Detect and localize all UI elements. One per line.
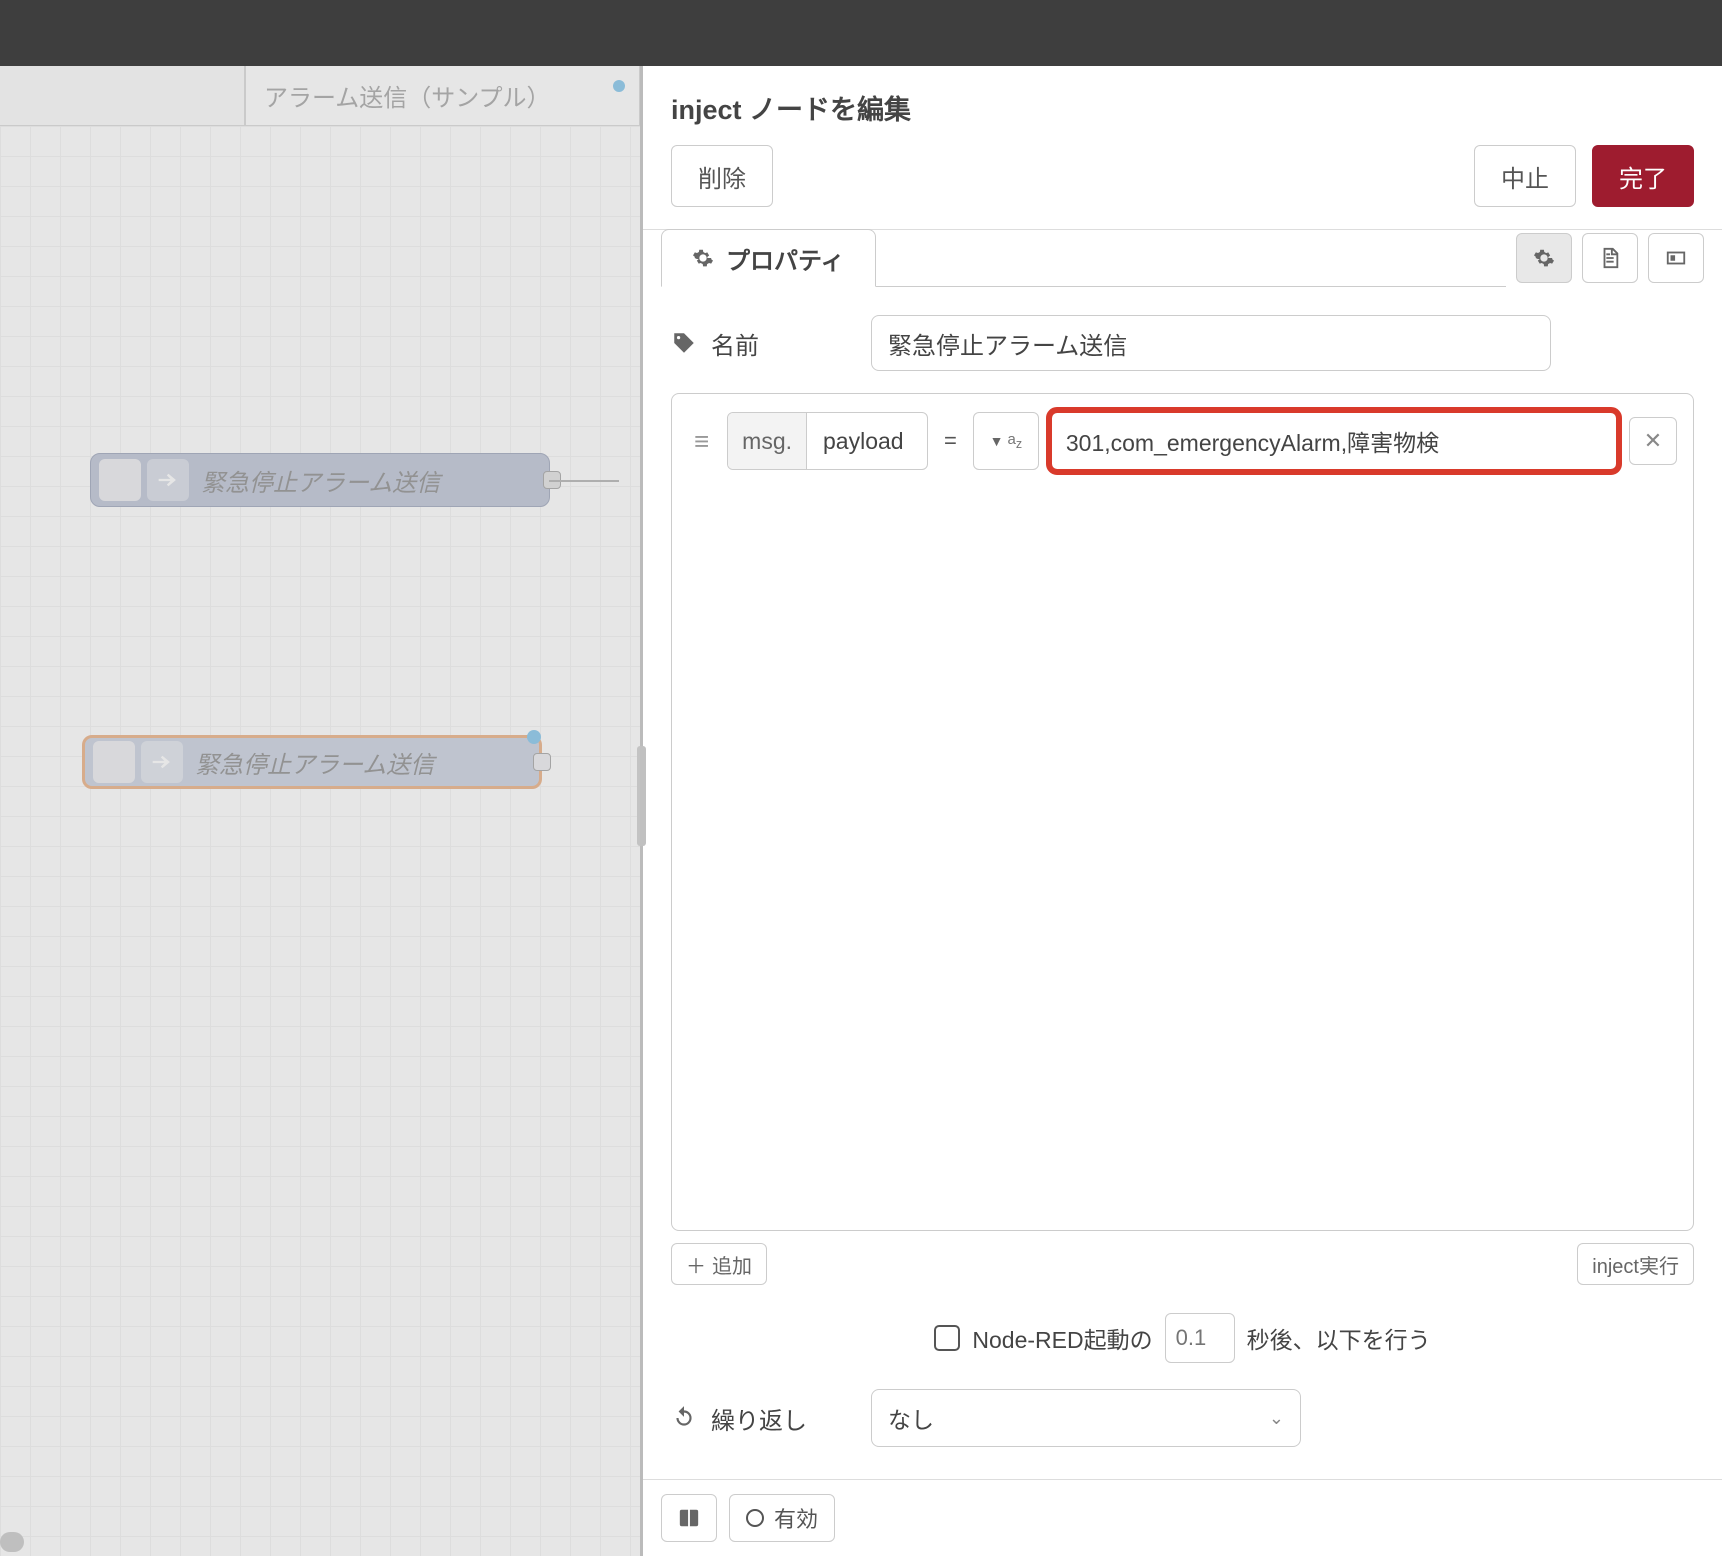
once-text-post: 秒後、以下を行う <box>1247 1321 1431 1355</box>
done-button[interactable]: 完了 <box>1592 145 1694 207</box>
enabled-toggle[interactable]: 有効 <box>729 1494 835 1542</box>
msg-property-value: payload <box>807 428 927 455</box>
book-icon <box>678 1507 700 1529</box>
inject-once-checkbox[interactable] <box>934 1325 960 1351</box>
msg-prefix: msg. <box>728 413 807 469</box>
flow-tab-label: アラーム送信（サンプル） <box>264 78 551 113</box>
repeat-icon <box>671 1405 697 1431</box>
inject-arrow-icon <box>147 459 189 501</box>
node-settings-button[interactable] <box>1516 233 1572 283</box>
gear-icon <box>692 247 714 269</box>
repeat-label: 繰り返し <box>671 1401 871 1436</box>
drag-handle-icon[interactable]: ≡ <box>688 426 715 457</box>
edit-panel: inject ノードを編集 削除 中止 完了 プロパティ <box>640 66 1722 1556</box>
horizontal-scrollbar[interactable] <box>0 1532 24 1552</box>
inject-once-row: Node-RED起動の 秒後、以下を行う <box>671 1313 1694 1363</box>
close-icon: ✕ <box>1644 428 1662 454</box>
once-text-pre: Node-RED起動の <box>972 1321 1152 1355</box>
circle-icon <box>746 1509 764 1527</box>
tab-label: プロパティ <box>726 241 845 276</box>
gear-icon <box>1533 247 1555 269</box>
repeat-select[interactable]: なし ⌄ <box>871 1389 1301 1447</box>
inject-trigger-button[interactable] <box>99 459 141 501</box>
unsaved-dot-icon <box>527 730 541 744</box>
inject-trigger-button[interactable] <box>93 741 135 783</box>
flow-canvas[interactable]: アラーム送信（サンプル） 緊急停止アラーム送信 緊急停止アラーム送信 <box>0 66 640 1556</box>
caret-down-icon: ▼ <box>990 433 1004 449</box>
once-delay-input[interactable] <box>1165 1313 1235 1363</box>
payload-rules-list: ≡ msg. payload = ▼ az ✕ <box>671 393 1694 1231</box>
add-rule-button[interactable]: ＋ 追加 <box>671 1243 767 1285</box>
node-appearance-button[interactable] <box>1648 233 1704 283</box>
repeat-value: なし <box>888 1401 934 1435</box>
inject-node-2-selected[interactable]: 緊急停止アラーム送信 <box>82 735 542 789</box>
name-label: 名前 <box>671 326 871 361</box>
node-label: 緊急停止アラーム送信 <box>201 463 440 498</box>
inject-arrow-icon <box>141 741 183 783</box>
rule-row: ≡ msg. payload = ▼ az ✕ <box>688 412 1677 470</box>
string-type-icon: az <box>1008 431 1023 451</box>
plus-icon: ＋ <box>686 1250 706 1279</box>
node-description-button[interactable] <box>1582 233 1638 283</box>
help-button[interactable] <box>661 1494 717 1542</box>
cancel-button[interactable]: 中止 <box>1474 145 1576 207</box>
chevron-down-icon: ⌄ <box>1269 1408 1284 1429</box>
flow-tabbar: アラーム送信（サンプル） <box>0 66 640 126</box>
wire[interactable] <box>549 480 619 482</box>
app-topbar <box>0 0 1722 66</box>
payload-value-input[interactable] <box>1051 412 1617 470</box>
document-icon <box>1599 247 1621 269</box>
equals-label: = <box>940 428 961 454</box>
flow-tab-prev[interactable] <box>0 66 245 126</box>
node-output-port[interactable] <box>533 753 551 771</box>
appearance-icon <box>1665 247 1687 269</box>
tag-icon <box>671 330 697 356</box>
flow-tab-active[interactable]: アラーム送信（サンプル） <box>245 66 640 126</box>
name-input[interactable] <box>871 315 1551 371</box>
canvas-grid[interactable]: 緊急停止アラーム送信 緊急停止アラーム送信 <box>0 126 640 1556</box>
panel-footer: 有効 <box>643 1479 1722 1556</box>
delete-rule-button[interactable]: ✕ <box>1629 417 1677 465</box>
delete-button[interactable]: 削除 <box>671 145 773 207</box>
inject-now-button[interactable]: inject実行 <box>1577 1243 1694 1285</box>
node-label: 緊急停止アラーム送信 <box>195 745 434 780</box>
unsaved-dot-icon <box>613 80 625 92</box>
value-type-selector[interactable]: ▼ az <box>973 412 1039 470</box>
panel-resize-handle[interactable] <box>637 746 646 846</box>
panel-title: inject ノードを編集 <box>643 66 1722 145</box>
inject-node-1[interactable]: 緊急停止アラーム送信 <box>90 453 550 507</box>
tab-properties[interactable]: プロパティ <box>661 229 876 287</box>
msg-property-field[interactable]: msg. payload <box>727 412 928 470</box>
